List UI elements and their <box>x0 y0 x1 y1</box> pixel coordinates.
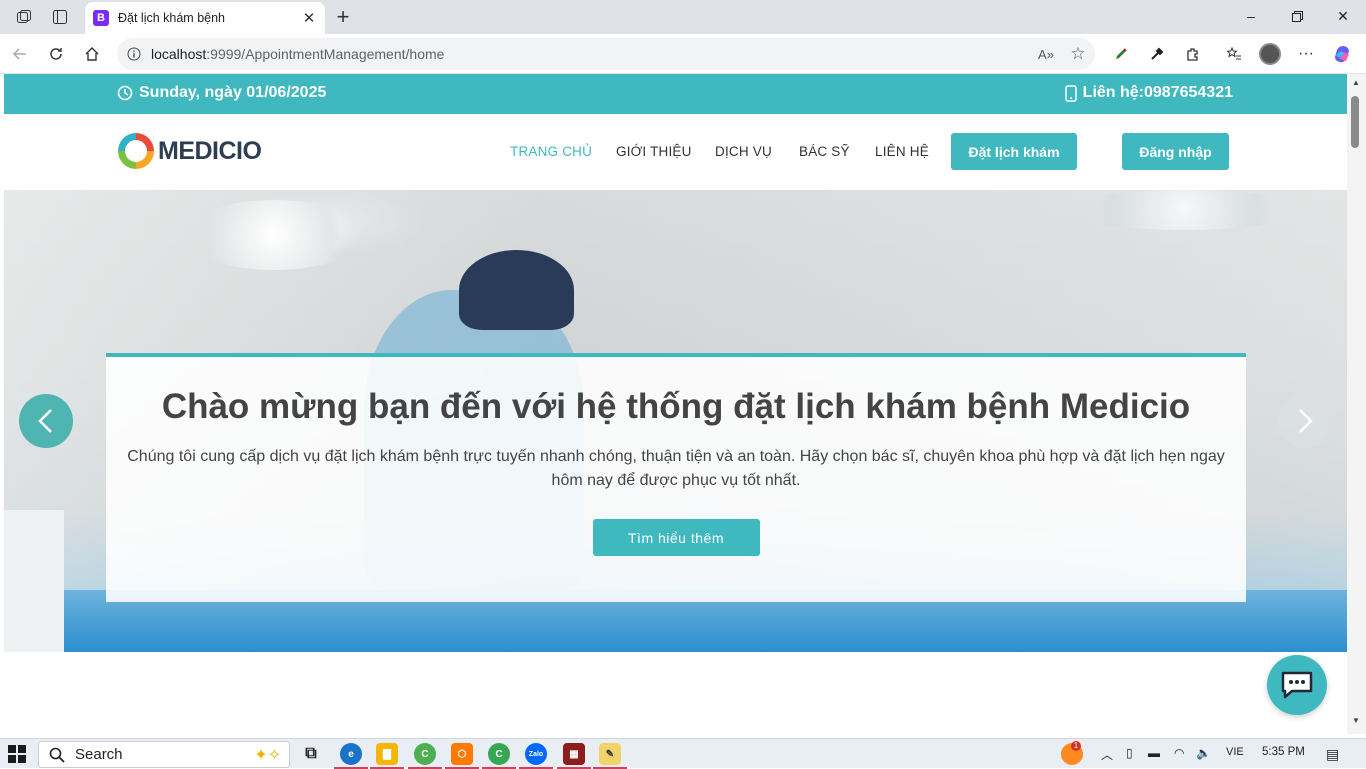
tab-title: Đặt lịch khám bệnh <box>118 11 226 25</box>
extensions-icon[interactable] <box>1181 42 1205 66</box>
zalo-icon[interactable]: Zalo <box>519 743 553 769</box>
volume-icon[interactable]: 🔈 <box>1196 746 1211 760</box>
tab-actions-icon[interactable] <box>49 6 71 28</box>
browser-tab[interactable]: B Đặt lịch khám bệnh ✕ <box>85 2 325 34</box>
chat-button[interactable] <box>1267 655 1327 715</box>
url-text: localhost:9999/AppointmentManagement/hom… <box>151 46 445 62</box>
phone-icon <box>1064 84 1077 102</box>
surgeon-cap-shape <box>459 250 574 330</box>
show-hidden-icons-icon[interactable]: ︿ <box>1101 746 1113 763</box>
battery-icon[interactable]: ▬ <box>1148 746 1160 760</box>
site-logo[interactable]: MEDICIO <box>118 133 262 169</box>
nav-trang-chu[interactable]: TRANG CHỦ <box>510 144 592 159</box>
hero-caption-panel: Chào mừng bạn đến với hệ thống đặt lịch … <box>106 353 1246 602</box>
clock-icon <box>117 85 133 101</box>
surgical-lamp-shape-2 <box>1064 190 1304 230</box>
eyedropper-icon[interactable] <box>1145 42 1169 66</box>
new-tab-icon[interactable]: + <box>331 4 355 29</box>
refresh-icon[interactable] <box>44 42 68 66</box>
carousel-prev-button[interactable] <box>19 394 73 448</box>
file-explorer-icon[interactable]: ▇ <box>370 743 404 769</box>
search-icon <box>49 747 65 763</box>
tab-close-icon[interactable]: ✕ <box>297 6 321 30</box>
chevron-left-icon <box>38 409 52 433</box>
surgical-lamp-shape <box>184 200 364 270</box>
wifi-icon[interactable]: ◠ <box>1174 746 1184 760</box>
logo-ring-icon <box>118 133 154 169</box>
hero-subtitle: Chúng tôi cung cấp dịch vụ đặt lịch khám… <box>127 448 1225 489</box>
web-page: Sunday, ngày 01/06/2025 Liên hệ:09876543… <box>4 74 1347 734</box>
more-options-icon[interactable]: ··· <box>1294 42 1318 66</box>
clock-time[interactable]: 5:35 PM <box>1262 746 1305 758</box>
contact-info: Liên hệ:0987654321 <box>1064 84 1233 102</box>
home-icon[interactable] <box>80 42 104 66</box>
nav-gioi-thieu[interactable]: GIỚI THIỆU <box>616 144 692 159</box>
minimize-icon[interactable]: – <box>1228 0 1274 32</box>
nav-dich-vu[interactable]: DỊCH VỤ <box>715 144 772 159</box>
copilot-icon[interactable] <box>1331 42 1355 66</box>
info-topbar: Sunday, ngày 01/06/2025 Liên hệ:09876543… <box>4 74 1347 114</box>
date-text: Sunday, ngày 01/06/2025 <box>139 84 327 101</box>
restore-icon[interactable] <box>1274 0 1320 32</box>
logo-text: MEDICIO <box>158 136 262 165</box>
windows-taskbar: Search ✦✧ ⧉ e ▇ C ⬡ C Zalo ▦ ✎ 1 ︿ ▯ ▬ ◠… <box>0 738 1366 769</box>
device-icon[interactable]: ▯ <box>1126 746 1133 760</box>
notification-count-badge: 1 <box>1071 741 1081 751</box>
search-label: Search <box>75 746 123 763</box>
search-highlight-icon: ✦✧ <box>254 746 281 764</box>
scroll-down-icon[interactable]: ▼ <box>1351 716 1361 726</box>
app-green-icon[interactable]: C <box>408 743 442 769</box>
favorite-star-icon[interactable]: ☆ <box>1066 42 1090 66</box>
browser-tab-bar: B Đặt lịch khám bệnh ✕ + – ✕ <box>0 0 1366 34</box>
scroll-thumb[interactable] <box>1351 96 1359 148</box>
date-display: Sunday, ngày 01/06/2025 <box>117 84 326 102</box>
windows-start-icon[interactable] <box>8 745 26 763</box>
chat-bubble-icon <box>1281 671 1313 699</box>
hero-title: Chào mừng bạn đến với hệ thống đặt lịch … <box>161 387 1191 426</box>
page-scrollbar[interactable]: ▲ ▼ <box>1347 74 1366 734</box>
hero-carousel: Chào mừng bạn đến với hệ thống đặt lịch … <box>4 190 1347 652</box>
nav-lien-he[interactable]: LIÊN HỆ <box>875 144 929 159</box>
taskbar-search-box[interactable]: Search ✦✧ <box>38 741 290 768</box>
scroll-up-icon[interactable]: ▲ <box>1351 78 1361 88</box>
login-button[interactable]: Đăng nhập <box>1122 133 1229 170</box>
cabinet-shape <box>4 510 64 652</box>
profile-avatar[interactable] <box>1258 42 1282 66</box>
notification-center-icon[interactable]: ▤ <box>1326 746 1339 763</box>
workspaces-icon[interactable] <box>13 6 35 28</box>
contact-text: Liên hệ:0987654321 <box>1082 84 1233 101</box>
app-tools-icon[interactable]: ✎ <box>593 743 627 769</box>
language-indicator[interactable]: VIE <box>1226 746 1244 758</box>
carousel-next-button[interactable] <box>1278 394 1332 448</box>
edge-taskbar-icon[interactable]: e <box>334 743 368 769</box>
nav-bac-sy[interactable]: BÁC SỸ <box>799 144 850 159</box>
app-chrome-like-icon[interactable]: C <box>482 743 516 769</box>
back-icon[interactable] <box>8 42 32 66</box>
favorites-icon[interactable] <box>1222 42 1246 66</box>
learn-more-button[interactable]: Tìm hiểu thêm <box>592 519 760 556</box>
tab-favicon: B <box>93 10 109 26</box>
app-hex-icon[interactable]: ⬡ <box>445 743 479 769</box>
app-grid-icon[interactable]: ▦ <box>557 743 591 769</box>
read-aloud-icon[interactable]: A» <box>1034 42 1058 66</box>
site-header: MEDICIO TRANG CHỦ GIỚI THIỆU DỊCH VỤ BÁC… <box>4 114 1347 190</box>
task-view-icon[interactable]: ⧉ <box>300 743 322 765</box>
extension-pen-icon[interactable] <box>1109 42 1133 66</box>
address-bar-row: localhost:9999/AppointmentManagement/hom… <box>0 34 1366 74</box>
book-appointment-button[interactable]: Đặt lịch khám <box>951 133 1077 170</box>
chevron-right-icon <box>1299 409 1313 433</box>
site-info-icon[interactable] <box>127 47 141 61</box>
close-window-icon[interactable]: ✕ <box>1320 0 1366 32</box>
url-field[interactable]: localhost:9999/AppointmentManagement/hom… <box>117 38 1095 70</box>
